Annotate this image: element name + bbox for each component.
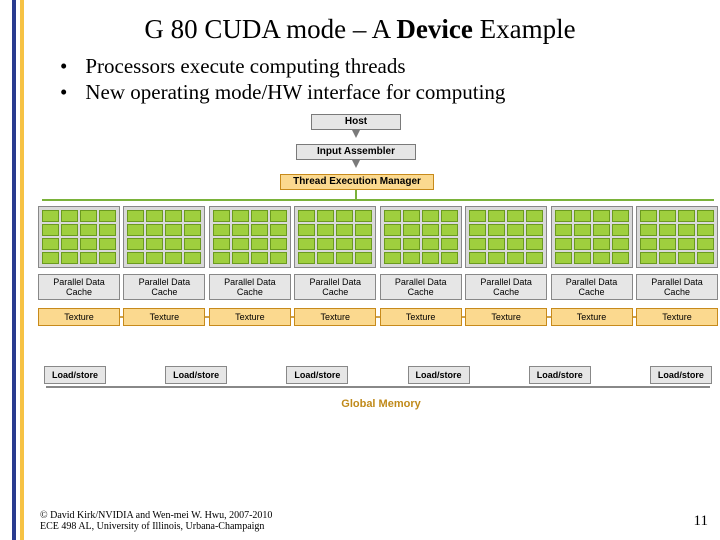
texture-box: Texture (38, 308, 120, 326)
input-assembler-box: Input Assembler (296, 144, 416, 160)
parallel-data-cache-row: Parallel Data CacheParallel Data CachePa… (36, 274, 720, 300)
arrow-down-icon (352, 160, 360, 168)
page-number: 11 (694, 513, 708, 530)
bullet-item: Processors execute computing threads (60, 53, 720, 79)
parallel-data-cache-box: Parallel Data Cache (465, 274, 547, 300)
global-memory-label: Global Memory (256, 398, 506, 416)
copyright: © David Kirk/NVIDIA and Wen-mei W. Hwu, … (40, 510, 272, 532)
processor-block (465, 206, 547, 268)
texture-box: Texture (123, 308, 205, 326)
load-store-row: Load/store Load/store Load/store Load/store… (44, 366, 712, 384)
processor-block (209, 206, 291, 268)
texture-box: Texture (380, 308, 462, 326)
bullet-item: New operating mode/HW interface for comp… (60, 79, 720, 105)
bus-line (46, 386, 710, 388)
load-store-box: Load/store (650, 366, 712, 384)
load-store-box: Load/store (165, 366, 227, 384)
texture-box: Texture (551, 308, 633, 326)
texture-row: TextureTextureTextureTextureTextureTextu… (36, 308, 720, 326)
slide-accent-stripe (12, 0, 24, 540)
parallel-data-cache-box: Parallel Data Cache (123, 274, 205, 300)
processor-block (551, 206, 633, 268)
thread-execution-manager-box: Thread Execution Manager (280, 174, 434, 190)
parallel-data-cache-box: Parallel Data Cache (38, 274, 120, 300)
parallel-data-cache-box: Parallel Data Cache (636, 274, 718, 300)
bullet-list: Processors execute computing threads New… (60, 53, 720, 106)
texture-box: Texture (294, 308, 376, 326)
processor-block (38, 206, 120, 268)
parallel-data-cache-box: Parallel Data Cache (209, 274, 291, 300)
bus-line (42, 199, 714, 201)
slide-title: G 80 CUDA mode – A Device Example (0, 14, 720, 45)
processor-block (636, 206, 718, 268)
arrow-down-icon (352, 130, 360, 138)
host-box: Host (311, 114, 401, 130)
parallel-data-cache-box: Parallel Data Cache (294, 274, 376, 300)
texture-box: Texture (209, 308, 291, 326)
processor-block (380, 206, 462, 268)
texture-box: Texture (636, 308, 718, 326)
texture-box: Texture (465, 308, 547, 326)
processor-block (123, 206, 205, 268)
diagram: Host Input Assembler Thread Execution Ma… (36, 114, 720, 464)
load-store-box: Load/store (408, 366, 470, 384)
processor-block (294, 206, 376, 268)
load-store-box: Load/store (286, 366, 348, 384)
load-store-box: Load/store (44, 366, 106, 384)
parallel-data-cache-box: Parallel Data Cache (380, 274, 462, 300)
processor-row (36, 206, 720, 268)
load-store-box: Load/store (529, 366, 591, 384)
parallel-data-cache-box: Parallel Data Cache (551, 274, 633, 300)
